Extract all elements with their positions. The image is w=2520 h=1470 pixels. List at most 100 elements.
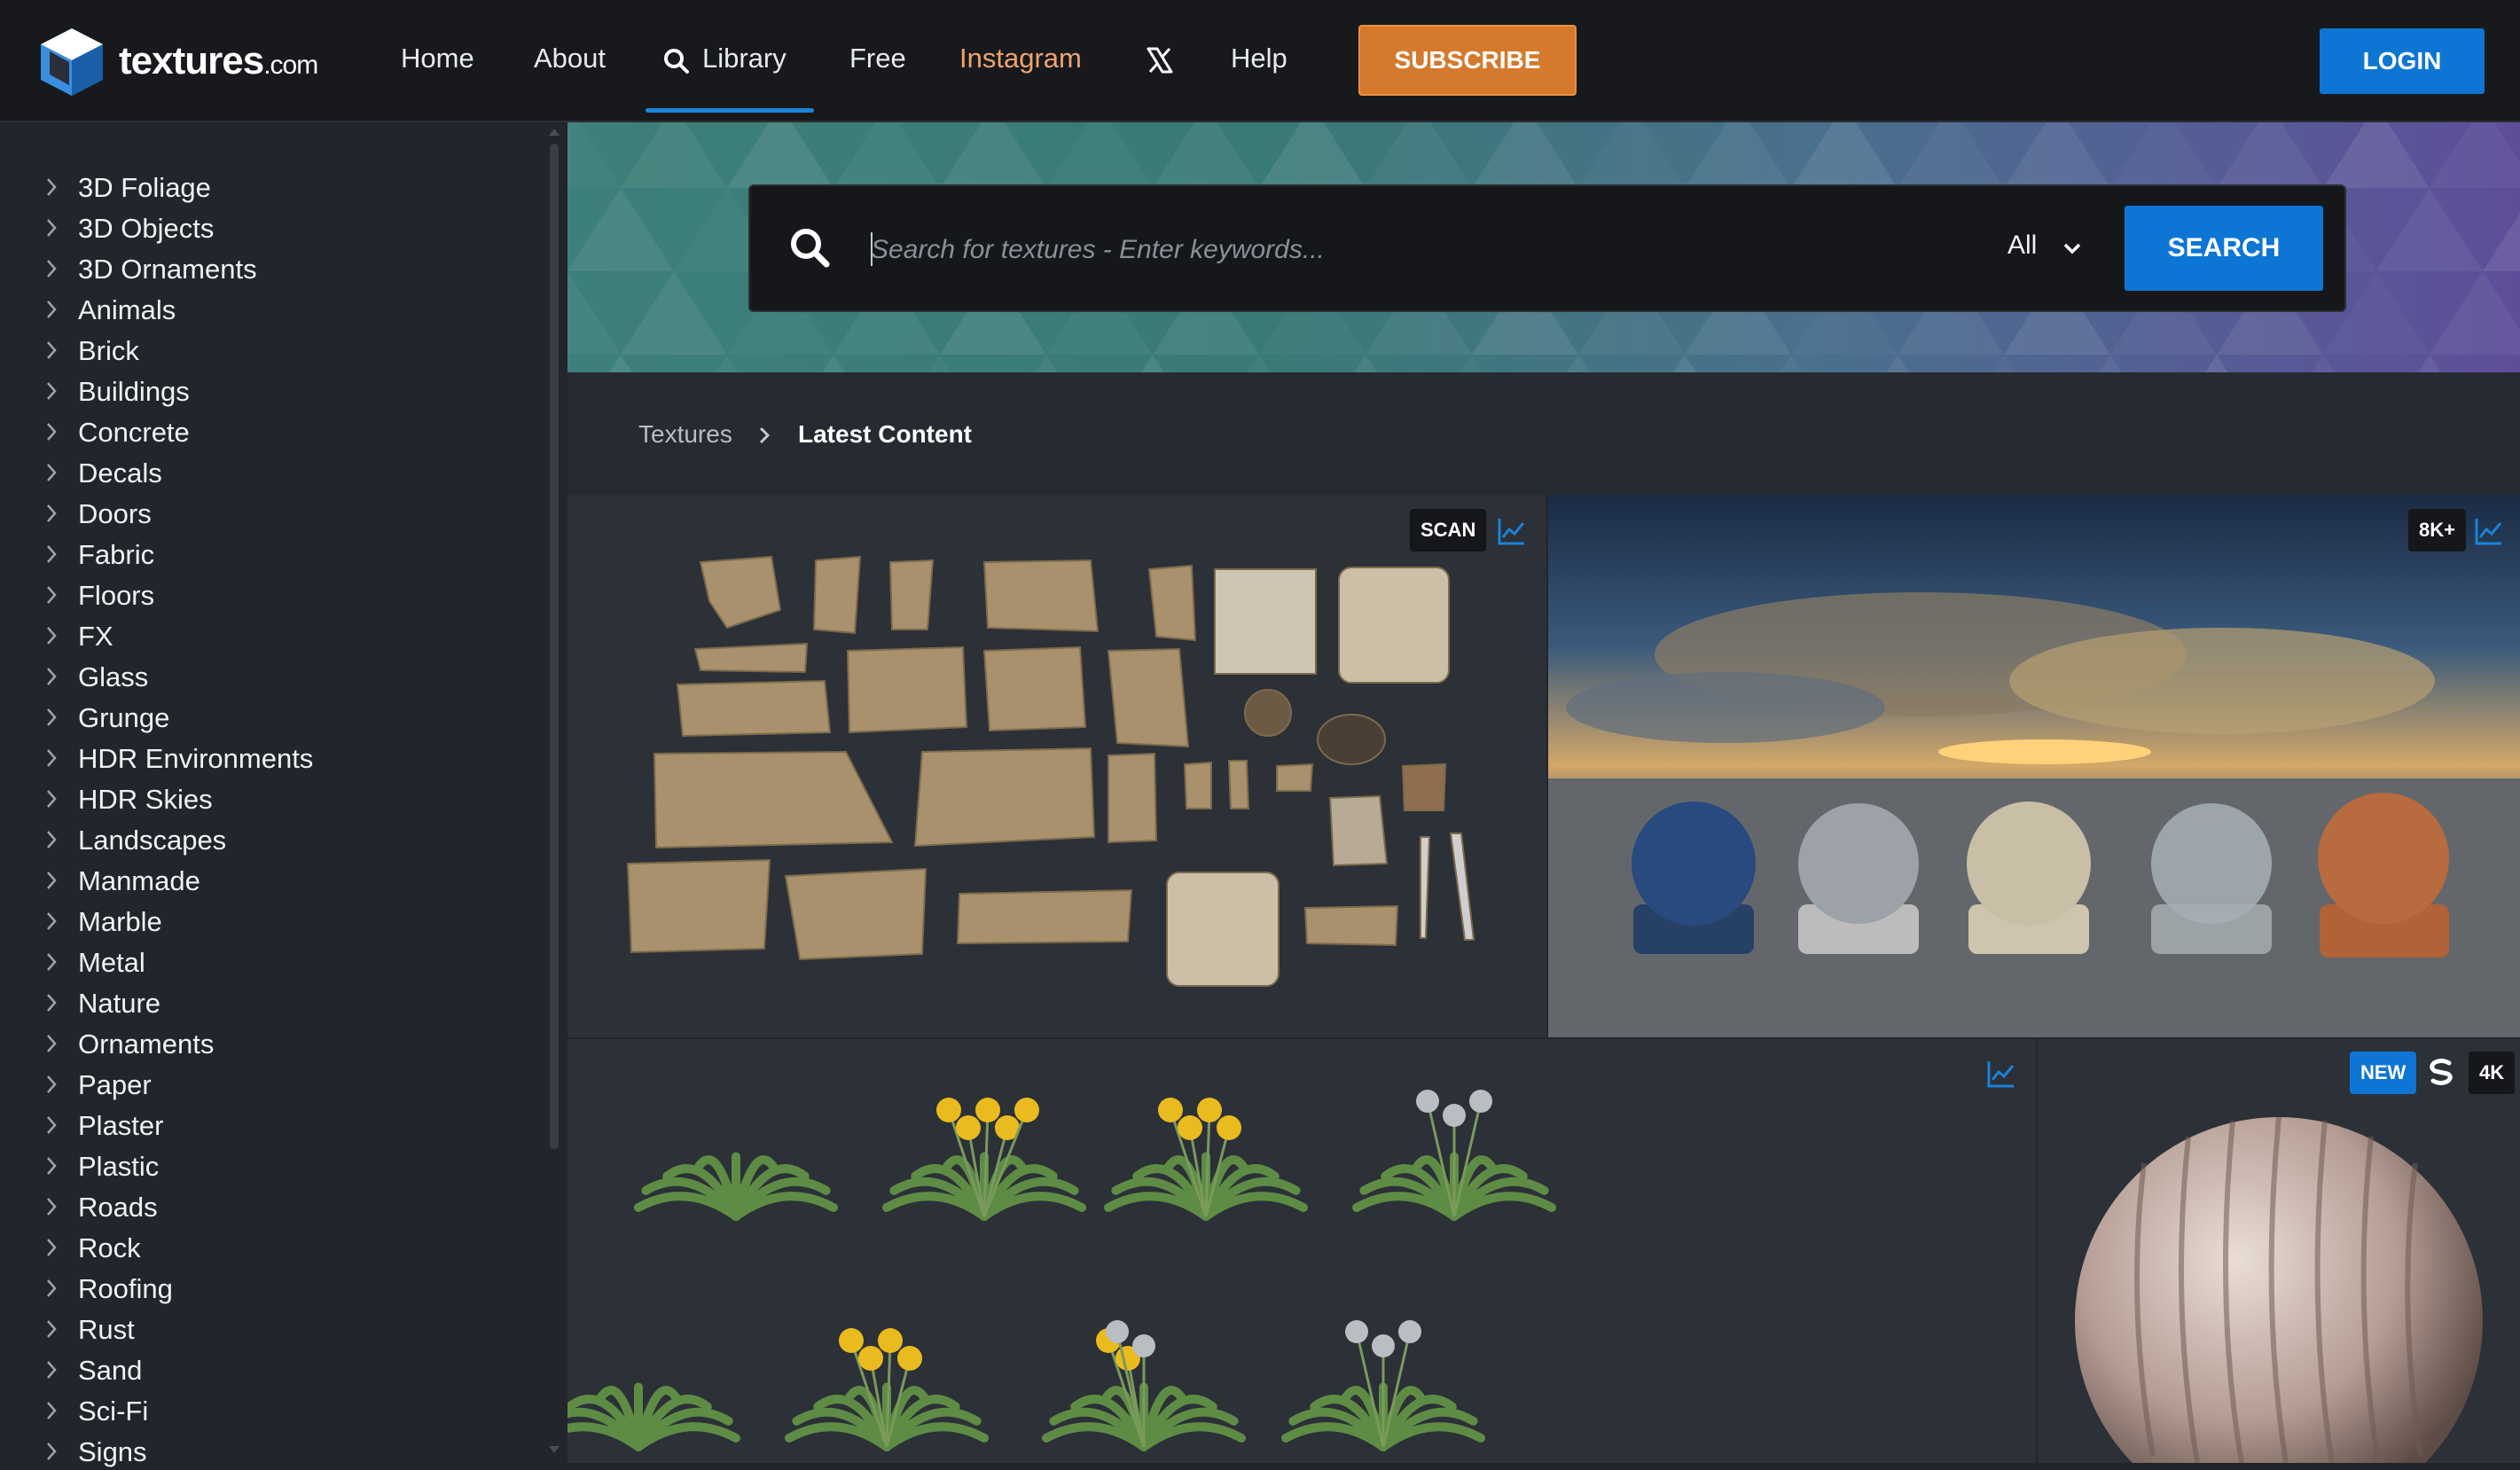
chevron-right-icon [43, 947, 60, 979]
sidebar-item-label: Plastic [78, 1149, 159, 1185]
texture-tile-paper-scans[interactable]: SCAN [567, 495, 1546, 1037]
chevron-right-icon [43, 172, 60, 204]
sidebar-item-label: Rock [78, 1231, 141, 1266]
chevron-right-icon [43, 784, 60, 816]
breadcrumb-root-link[interactable]: Textures [638, 418, 732, 450]
chevron-right-icon [43, 1396, 60, 1427]
chevron-right-icon [43, 988, 60, 1020]
texture-tile-ornament-sphere[interactable]: NEW 4K [2038, 1039, 2520, 1463]
scroll-up-icon[interactable] [548, 128, 560, 137]
chevron-right-icon [43, 376, 60, 408]
sidebar-item-label: Ornaments [78, 1027, 214, 1062]
sidebar-item-label: FX [78, 619, 113, 654]
sidebar-scrollbar[interactable] [550, 144, 559, 1149]
sidebar-item-label: Floors [78, 578, 154, 614]
chevron-right-icon [43, 1069, 60, 1101]
trend-icon [1986, 1059, 2016, 1089]
sidebar-item-label: Grunge [78, 700, 169, 736]
sidebar-item-label: Roofing [78, 1271, 173, 1307]
chevron-right-icon [43, 498, 60, 530]
badge-scan: SCAN [1410, 509, 1486, 551]
breadcrumb-current: Latest Content [798, 418, 972, 450]
paper-scans-thumbnail [567, 495, 1546, 1037]
sidebar-item-label: Marble [78, 904, 162, 940]
active-tab-indicator [646, 108, 814, 113]
chevron-right-icon [43, 1273, 60, 1305]
texture-tile-3d-dandelions[interactable] [567, 1039, 2036, 1463]
nav-library-label: Library [702, 41, 787, 76]
chevron-right-icon [43, 335, 60, 367]
chevron-right-icon [43, 213, 60, 245]
nav-free[interactable]: Free [849, 41, 906, 76]
sidebar-item-label: Nature [78, 986, 160, 1021]
search-scope-value: All [2007, 231, 2037, 260]
sidebar-item-label: 3D Objects [78, 211, 214, 246]
chevron-right-icon [43, 1355, 60, 1387]
sidebar-item-label: Buildings [78, 374, 190, 410]
trend-icon [1497, 516, 1527, 546]
chevron-right-icon [43, 825, 60, 856]
scroll-down-icon[interactable] [548, 1445, 560, 1454]
sidebar-item-label: HDR Skies [78, 782, 213, 817]
chevron-right-icon [43, 417, 60, 449]
substance-icon [2426, 1057, 2456, 1087]
chevron-right-icon [43, 457, 60, 489]
chevron-right-icon [43, 254, 60, 285]
sidebar-item-label: Plaster [78, 1108, 163, 1144]
chevron-right-icon [43, 743, 60, 775]
chevron-right-icon [43, 1110, 60, 1142]
texture-tile-hdr-sky[interactable]: 8K+ [1548, 495, 2520, 1037]
chevron-right-icon [757, 426, 771, 445]
nav-home[interactable]: Home [401, 41, 474, 76]
sidebar-item-label: Doors [78, 497, 152, 532]
x-logo-icon [1146, 46, 1174, 74]
nav-x[interactable] [1146, 46, 1174, 82]
chevron-right-icon [43, 294, 60, 326]
sidebar-item-label: Glass [78, 660, 148, 695]
sidebar-item-label: Signs [78, 1435, 147, 1470]
text-cursor [871, 232, 873, 266]
login-button[interactable]: LOGIN [2320, 28, 2485, 94]
chevron-right-icon [43, 1028, 60, 1060]
sidebar-item-label: Paper [78, 1067, 152, 1103]
chevron-down-icon [2062, 241, 2082, 255]
trend-icon [2474, 516, 2504, 546]
sidebar-item-label: Concrete [78, 415, 190, 450]
chevron-right-icon [43, 865, 60, 897]
sidebar-item-label: Rust [78, 1312, 135, 1348]
sidebar-item-label: Roads [78, 1190, 158, 1225]
sidebar-item-label: Fabric [78, 537, 154, 573]
chevron-right-icon [43, 539, 60, 571]
chevron-right-icon [43, 580, 60, 612]
sidebar-item-label: Brick [78, 333, 139, 369]
search-icon [663, 48, 690, 74]
sidebar-item-label: 3D Ornaments [78, 252, 257, 287]
chevron-right-icon [43, 1192, 60, 1224]
ornament-sphere-thumbnail [2038, 1039, 2520, 1463]
search-scope-select[interactable]: All [2007, 231, 2037, 261]
nav-instagram[interactable]: Instagram [959, 41, 1082, 76]
site-logo[interactable]: textures.com [39, 27, 305, 98]
chevron-right-icon [43, 621, 60, 653]
sidebar-item-label: Sci-Fi [78, 1394, 148, 1429]
chevron-right-icon [43, 1151, 60, 1183]
search-input[interactable] [869, 225, 1937, 275]
nav-about[interactable]: About [534, 41, 606, 76]
nav-help[interactable]: Help [1231, 41, 1287, 76]
chevron-right-icon [43, 1232, 60, 1264]
sidebar-item-label: Decals [78, 456, 162, 491]
logo-wordmark: textures.com [119, 39, 317, 83]
chevron-right-icon [43, 1436, 60, 1468]
subscribe-button[interactable]: SUBSCRIBE [1358, 25, 1577, 96]
dandelion-models-thumbnail [567, 1039, 2036, 1463]
chevron-right-icon [43, 1314, 60, 1346]
badge-new: NEW [2350, 1052, 2416, 1094]
search-button[interactable]: SEARCH [2125, 206, 2323, 291]
top-navigation: textures.com Home About Library Free Ins… [0, 0, 2520, 122]
sidebar-item-label: HDR Environments [78, 741, 313, 777]
chevron-right-icon [43, 702, 60, 734]
chevron-right-icon [43, 906, 60, 938]
sidebar-item-label: Sand [78, 1353, 142, 1388]
badge-8k: 8K+ [2408, 509, 2466, 551]
sidebar-item-label: 3D Foliage [78, 170, 211, 206]
